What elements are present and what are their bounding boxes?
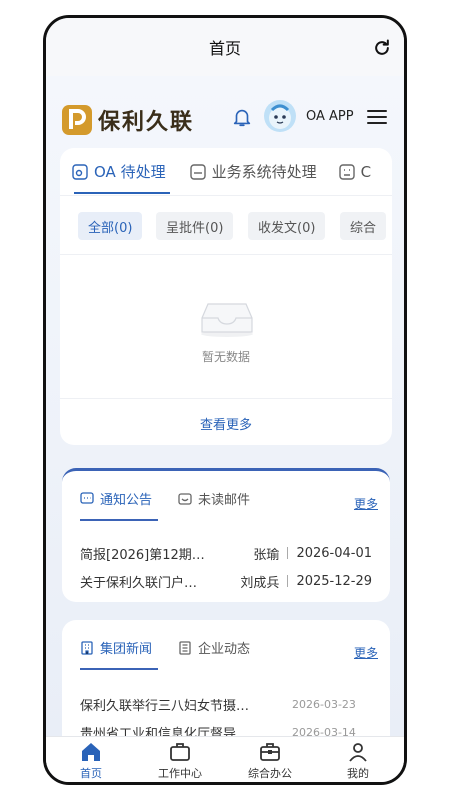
nav-office[interactable]: 综合办公 (240, 741, 300, 782)
separator (287, 575, 289, 587)
active-tab-indicator (80, 519, 158, 521)
notice-title: 关于保利久联门户… (80, 575, 198, 591)
tab-label: C (360, 162, 372, 181)
divider (60, 254, 392, 255)
chip-approval[interactable]: 呈批件(0) (156, 212, 234, 240)
user-icon (349, 743, 367, 762)
news-date: 2026-03-23 (292, 697, 356, 711)
more-link[interactable]: 更多 (354, 644, 378, 661)
document-icon (179, 640, 191, 655)
chip-documents[interactable]: 收发文(0) (248, 212, 326, 240)
todo-tabs: OA 待处理 业务系统待处理 C (60, 148, 392, 196)
tab-label: 未读邮件 (198, 493, 251, 508)
news-tabs: 集团新闻 企业动态 更多 (62, 632, 390, 662)
separator (287, 547, 289, 559)
tab-notices[interactable]: 通知公告 (80, 489, 152, 508)
notice-title: 简报[2026]第12期（… (80, 547, 208, 563)
notice-author: 张瑜 (253, 547, 280, 563)
tab-group-news[interactable]: 集团新闻 (80, 638, 152, 657)
chip-general[interactable]: 综合 (340, 212, 387, 240)
tab-oa-pending[interactable]: OA 待处理 (72, 161, 166, 182)
empty-inbox-icon (201, 303, 253, 337)
toolbox-icon (260, 743, 280, 761)
home-icon (82, 743, 100, 761)
news-row[interactable]: 保利久联举行三八妇女节摄… 2026-03-23 (80, 694, 380, 714)
tab-unread-mail[interactable]: 未读邮件 (178, 489, 250, 508)
building-icon (81, 640, 93, 655)
notice-tabs: 通知公告 未读邮件 更多 (62, 483, 390, 513)
nav-work-center[interactable]: 工作中心 (150, 741, 210, 782)
tab-label: 企业动态 (198, 642, 251, 657)
chat-icon (80, 491, 94, 504)
bell-icon[interactable] (231, 106, 253, 128)
empty-state-text: 暂无数据 (201, 350, 250, 364)
notice-row[interactable]: 关于保利久联门户… 刘成兵 2025-12-29 (80, 571, 372, 591)
news-title: 保利久联举行三八妇女节摄… (80, 698, 250, 714)
view-more-link[interactable]: 查看更多 (60, 414, 392, 433)
tab-label: 通知公告 (100, 493, 153, 508)
refresh-icon[interactable] (372, 38, 392, 58)
active-tab-indicator (80, 668, 158, 670)
notice-card: 通知公告 未读邮件 更多 简报[2026]第12期（… 张瑜 2026-04-0… (62, 468, 390, 602)
other-icon (338, 163, 355, 180)
logo-mark-icon (62, 105, 92, 135)
divider (60, 398, 392, 399)
chip-all[interactable]: 全部(0) (78, 212, 143, 240)
nav-home[interactable]: 首页 (61, 741, 121, 782)
notice-row[interactable]: 简报[2026]第12期（… 张瑜 2026-04-01 (80, 543, 372, 563)
mail-icon (178, 492, 192, 505)
notice-date: 2026-04-01 (296, 545, 372, 561)
app-label: OA APP (306, 109, 354, 124)
nav-label: 我的 (347, 767, 369, 780)
top-bar: 首页 (46, 18, 404, 76)
brand-logo: 保利久联 (62, 104, 194, 136)
tab-other[interactable]: C (338, 162, 372, 181)
phone-frame: 首页 保利久联 OA APP OA 待处理 业务系统待处理 C 全部(0) 呈批… (43, 15, 407, 785)
active-tab-indicator (74, 192, 170, 194)
nav-label: 首页 (80, 767, 102, 780)
nav-label: 综合办公 (248, 767, 292, 780)
briefcase-icon (170, 743, 190, 761)
notice-date: 2025-12-29 (296, 573, 372, 589)
tab-business-pending[interactable]: 业务系统待处理 (189, 161, 317, 182)
filter-chips: 全部(0) 呈批件(0) 收发文(0) 综合 (60, 208, 392, 244)
oa-icon (72, 163, 88, 180)
bottom-nav: 首页 工作中心 综合办公 我的 (46, 736, 404, 782)
avatar[interactable] (264, 100, 296, 132)
tab-label: 集团新闻 (100, 642, 153, 657)
tab-label: 业务系统待处理 (211, 163, 317, 181)
todo-card: OA 待处理 业务系统待处理 C 全部(0) 呈批件(0) 收发文(0) 综合 … (60, 148, 392, 445)
notice-author: 刘成兵 (240, 575, 280, 591)
avatar-mascot-icon (269, 104, 291, 129)
tab-company-updates[interactable]: 企业动态 (178, 638, 250, 657)
tab-label: OA 待处理 (94, 163, 166, 181)
nav-label: 工作中心 (158, 767, 202, 780)
page-title: 首页 (208, 39, 241, 58)
logo-text: 保利久联 (98, 109, 195, 135)
menu-icon[interactable] (367, 109, 387, 125)
business-icon (189, 163, 206, 180)
more-link[interactable]: 更多 (354, 495, 378, 512)
nav-mine[interactable]: 我的 (328, 741, 388, 782)
